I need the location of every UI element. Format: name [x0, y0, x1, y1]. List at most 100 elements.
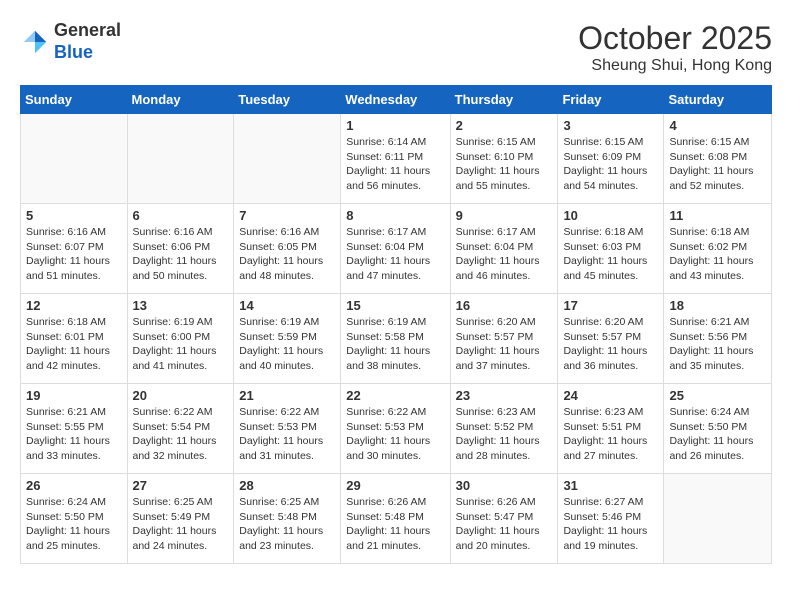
- calendar-cell: 19 Sunrise: 6:21 AM Sunset: 5:55 PM Dayli…: [21, 384, 128, 474]
- calendar-cell: 27Sunrise: 6:25 AM Sunset: 5:49 PM Dayli…: [127, 474, 234, 564]
- logo-icon: [20, 27, 50, 57]
- weekday-header-row: SundayMondayTuesdayWednesdayThursdayFrid…: [21, 86, 772, 114]
- day-number: 24: [563, 388, 658, 403]
- day-number: 18: [669, 298, 766, 313]
- logo-blue-text: Blue: [54, 42, 121, 64]
- cell-info: Sunrise: 6:26 AM Sunset: 5:48 PM Dayligh…: [346, 495, 444, 554]
- logo: General Blue: [20, 20, 121, 63]
- calendar-cell: 14 Sunrise: 6:19 AM Sunset: 5:59 PM Dayli…: [234, 294, 341, 384]
- day-number: 21: [239, 388, 335, 403]
- calendar-cell: 13 Sunrise: 6:19 AM Sunset: 6:00 PM Dayli…: [127, 294, 234, 384]
- weekday-header-tuesday: Tuesday: [234, 86, 341, 114]
- day-number: 2: [456, 118, 553, 133]
- cell-info: Sunrise: 6:18 AM Sunset: 6:02 PM Dayligh…: [669, 225, 766, 284]
- day-number: 29: [346, 478, 444, 493]
- calendar-cell: [127, 114, 234, 204]
- calendar-cell: 25 Sunrise: 6:24 AM Sunset: 5:50 PM Dayli…: [664, 384, 772, 474]
- calendar-cell: 22 Sunrise: 6:22 AM Sunset: 5:53 PM Dayli…: [341, 384, 450, 474]
- cell-info: Sunrise: 6:22 AM Sunset: 5:54 PM Dayligh…: [133, 405, 229, 464]
- weekday-header-wednesday: Wednesday: [341, 86, 450, 114]
- calendar-cell: 23Sunrise: 6:23 AM Sunset: 5:52 PM Dayli…: [450, 384, 558, 474]
- title-block: October 2025 Sheung Shui, Hong Kong: [578, 20, 772, 75]
- calendar-cell: 10 Sunrise: 6:18 AM Sunset: 6:03 PM Dayli…: [558, 204, 664, 294]
- week-row-5: 26Sunrise: 6:24 AM Sunset: 5:50 PM Dayli…: [21, 474, 772, 564]
- cell-info: Sunrise: 6:16 AM Sunset: 6:05 PM Dayligh…: [239, 225, 335, 284]
- cell-info: Sunrise: 6:24 AM Sunset: 5:50 PM Dayligh…: [669, 405, 766, 464]
- cell-info: Sunrise: 6:22 AM Sunset: 5:53 PM Dayligh…: [346, 405, 444, 464]
- day-number: 3: [563, 118, 658, 133]
- day-number: 16: [456, 298, 553, 313]
- cell-info: Sunrise: 6:18 AM Sunset: 6:03 PM Dayligh…: [563, 225, 658, 284]
- page-header: General Blue October 2025 Sheung Shui, H…: [20, 20, 772, 75]
- day-number: 28: [239, 478, 335, 493]
- calendar-table: SundayMondayTuesdayWednesdayThursdayFrid…: [20, 85, 772, 564]
- calendar-cell: 7 Sunrise: 6:16 AM Sunset: 6:05 PM Daylig…: [234, 204, 341, 294]
- day-number: 7: [239, 208, 335, 223]
- calendar-cell: 30Sunrise: 6:26 AM Sunset: 5:47 PM Dayli…: [450, 474, 558, 564]
- cell-info: Sunrise: 6:22 AM Sunset: 5:53 PM Dayligh…: [239, 405, 335, 464]
- week-row-1: 1Sunrise: 6:14 AM Sunset: 6:11 PM Daylig…: [21, 114, 772, 204]
- cell-info: Sunrise: 6:25 AM Sunset: 5:48 PM Dayligh…: [239, 495, 335, 554]
- calendar-cell: 31Sunrise: 6:27 AM Sunset: 5:46 PM Dayli…: [558, 474, 664, 564]
- cell-info: Sunrise: 6:23 AM Sunset: 5:51 PM Dayligh…: [563, 405, 658, 464]
- cell-info: Sunrise: 6:24 AM Sunset: 5:50 PM Dayligh…: [26, 495, 122, 554]
- day-number: 4: [669, 118, 766, 133]
- cell-info: Sunrise: 6:21 AM Sunset: 5:56 PM Dayligh…: [669, 315, 766, 374]
- calendar-cell: 6Sunrise: 6:16 AM Sunset: 6:06 PM Daylig…: [127, 204, 234, 294]
- day-number: 23: [456, 388, 553, 403]
- cell-info: Sunrise: 6:16 AM Sunset: 6:07 PM Dayligh…: [26, 225, 122, 284]
- cell-info: Sunrise: 6:20 AM Sunset: 5:57 PM Dayligh…: [563, 315, 658, 374]
- calendar-cell: [21, 114, 128, 204]
- cell-info: Sunrise: 6:21 AM Sunset: 5:55 PM Dayligh…: [26, 405, 122, 464]
- calendar-cell: 11 Sunrise: 6:18 AM Sunset: 6:02 PM Dayli…: [664, 204, 772, 294]
- weekday-header-saturday: Saturday: [664, 86, 772, 114]
- cell-info: Sunrise: 6:19 AM Sunset: 5:58 PM Dayligh…: [346, 315, 444, 374]
- day-number: 13: [133, 298, 229, 313]
- day-number: 14: [239, 298, 335, 313]
- calendar-cell: 20 Sunrise: 6:22 AM Sunset: 5:54 PM Dayli…: [127, 384, 234, 474]
- calendar-cell: 15 Sunrise: 6:19 AM Sunset: 5:58 PM Dayli…: [341, 294, 450, 384]
- calendar-cell: 4Sunrise: 6:15 AM Sunset: 6:08 PM Daylig…: [664, 114, 772, 204]
- calendar-cell: 28 Sunrise: 6:25 AM Sunset: 5:48 PM Dayli…: [234, 474, 341, 564]
- day-number: 11: [669, 208, 766, 223]
- calendar-cell: 1Sunrise: 6:14 AM Sunset: 6:11 PM Daylig…: [341, 114, 450, 204]
- weekday-header-thursday: Thursday: [450, 86, 558, 114]
- cell-info: Sunrise: 6:19 AM Sunset: 5:59 PM Dayligh…: [239, 315, 335, 374]
- calendar-cell: [664, 474, 772, 564]
- day-number: 22: [346, 388, 444, 403]
- calendar-cell: 3Sunrise: 6:15 AM Sunset: 6:09 PM Daylig…: [558, 114, 664, 204]
- day-number: 25: [669, 388, 766, 403]
- calendar-cell: 26Sunrise: 6:24 AM Sunset: 5:50 PM Dayli…: [21, 474, 128, 564]
- week-row-4: 19 Sunrise: 6:21 AM Sunset: 5:55 PM Dayli…: [21, 384, 772, 474]
- calendar-cell: 21 Sunrise: 6:22 AM Sunset: 5:53 PM Dayli…: [234, 384, 341, 474]
- month-title: October 2025: [578, 20, 772, 57]
- day-number: 30: [456, 478, 553, 493]
- cell-info: Sunrise: 6:25 AM Sunset: 5:49 PM Dayligh…: [133, 495, 229, 554]
- day-number: 31: [563, 478, 658, 493]
- day-number: 6: [133, 208, 229, 223]
- cell-info: Sunrise: 6:19 AM Sunset: 6:00 PM Dayligh…: [133, 315, 229, 374]
- calendar-cell: 29 Sunrise: 6:26 AM Sunset: 5:48 PM Dayli…: [341, 474, 450, 564]
- weekday-header-sunday: Sunday: [21, 86, 128, 114]
- cell-info: Sunrise: 6:20 AM Sunset: 5:57 PM Dayligh…: [456, 315, 553, 374]
- day-number: 20: [133, 388, 229, 403]
- day-number: 1: [346, 118, 444, 133]
- day-number: 19: [26, 388, 122, 403]
- logo-general-text: General: [54, 20, 121, 42]
- calendar-cell: 24 Sunrise: 6:23 AM Sunset: 5:51 PM Dayli…: [558, 384, 664, 474]
- cell-info: Sunrise: 6:17 AM Sunset: 6:04 PM Dayligh…: [456, 225, 553, 284]
- calendar-cell: 12Sunrise: 6:18 AM Sunset: 6:01 PM Dayli…: [21, 294, 128, 384]
- calendar-cell: 18 Sunrise: 6:21 AM Sunset: 5:56 PM Dayli…: [664, 294, 772, 384]
- cell-info: Sunrise: 6:17 AM Sunset: 6:04 PM Dayligh…: [346, 225, 444, 284]
- weekday-header-friday: Friday: [558, 86, 664, 114]
- day-number: 15: [346, 298, 444, 313]
- calendar-cell: 16 Sunrise: 6:20 AM Sunset: 5:57 PM Dayli…: [450, 294, 558, 384]
- week-row-2: 5Sunrise: 6:16 AM Sunset: 6:07 PM Daylig…: [21, 204, 772, 294]
- weekday-header-monday: Monday: [127, 86, 234, 114]
- cell-info: Sunrise: 6:15 AM Sunset: 6:10 PM Dayligh…: [456, 135, 553, 194]
- calendar-cell: 9Sunrise: 6:17 AM Sunset: 6:04 PM Daylig…: [450, 204, 558, 294]
- calendar-cell: 5Sunrise: 6:16 AM Sunset: 6:07 PM Daylig…: [21, 204, 128, 294]
- day-number: 10: [563, 208, 658, 223]
- day-number: 12: [26, 298, 122, 313]
- week-row-3: 12Sunrise: 6:18 AM Sunset: 6:01 PM Dayli…: [21, 294, 772, 384]
